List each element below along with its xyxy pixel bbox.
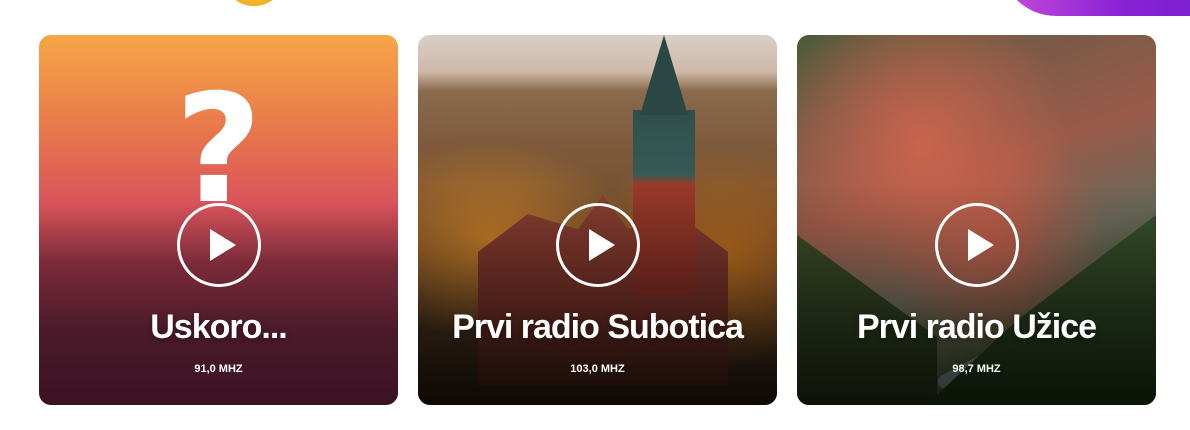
play-button[interactable]	[555, 203, 640, 287]
play-icon	[967, 229, 994, 261]
play-button[interactable]	[934, 203, 1019, 287]
station-name: Uskoro...	[150, 308, 287, 346]
decorative-wave	[1000, 0, 1190, 16]
station-cards: ? Uskoro... 91,0 MHZ Prvi radio Subotica…	[39, 35, 1156, 405]
station-name: Prvi radio Užice	[856, 308, 1097, 346]
station-card-subotica[interactable]: Prvi radio Subotica 103,0 MHZ	[418, 35, 777, 405]
decorative-orb	[222, 0, 286, 6]
station-frequency: 98,7 MHZ	[952, 363, 1001, 375]
station-name: Prvi radio Subotica	[452, 308, 744, 346]
play-icon	[588, 229, 615, 261]
station-card-uskoro[interactable]: ? Uskoro... 91,0 MHZ	[39, 35, 398, 405]
play-icon	[209, 229, 236, 261]
station-frequency: 91,0 MHZ	[194, 363, 243, 375]
station-frequency: 103,0 MHZ	[570, 363, 625, 375]
play-button[interactable]	[176, 203, 261, 287]
station-card-uzice[interactable]: Prvi radio Užice 98,7 MHZ	[797, 35, 1156, 405]
